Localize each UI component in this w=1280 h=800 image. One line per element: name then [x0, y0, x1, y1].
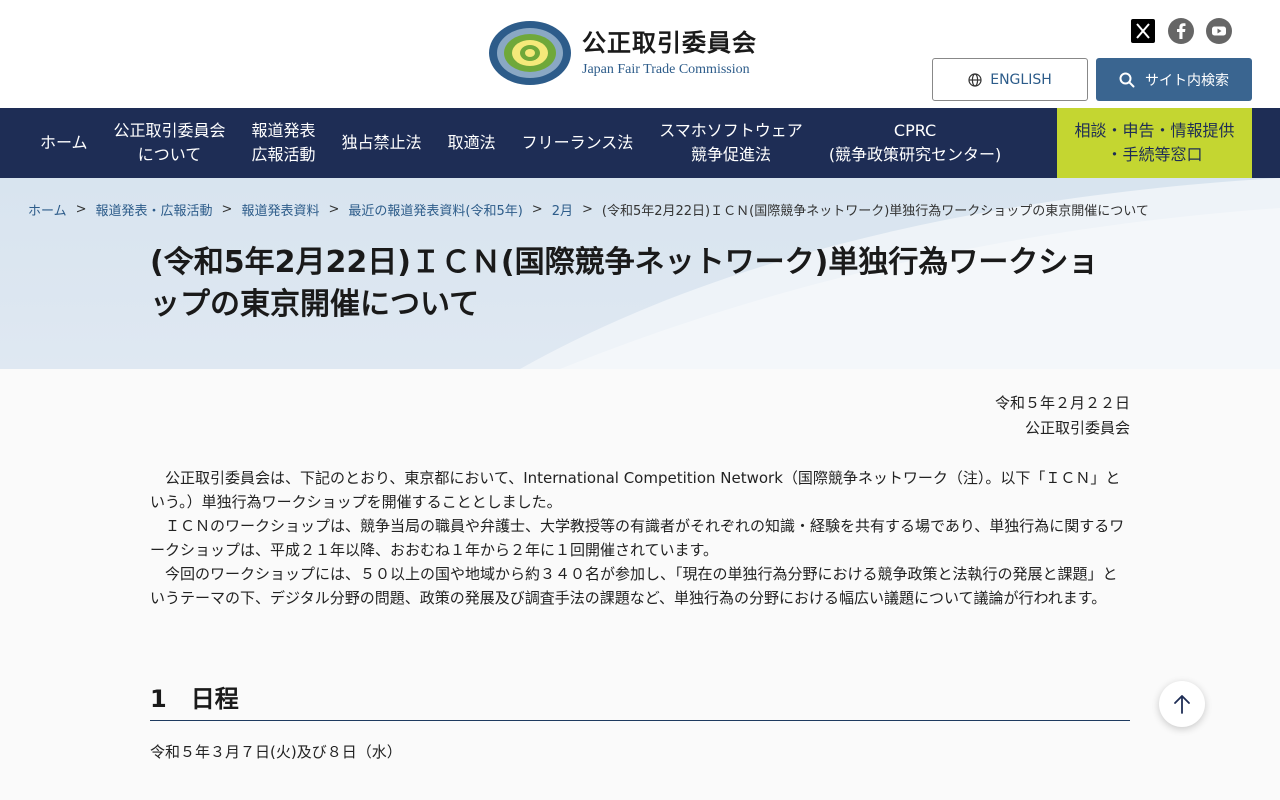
- search-icon: [1119, 72, 1135, 87]
- org-name-ja: 公正取引委員会: [582, 29, 757, 57]
- nav-item-consultation[interactable]: 相談・申告・情報提供 ・手続等窓口: [1057, 108, 1252, 178]
- nav-item-freelance[interactable]: フリーランス法: [509, 108, 647, 178]
- facebook-icon[interactable]: [1168, 18, 1194, 44]
- globe-icon: [968, 72, 982, 87]
- breadcrumb-month[interactable]: 2月: [552, 200, 573, 219]
- english-label: ENGLISH: [990, 71, 1052, 88]
- search-label: サイト内検索: [1145, 72, 1229, 89]
- youtube-icon[interactable]: [1206, 18, 1232, 44]
- nav-item-antimonopoly[interactable]: 独占禁止法: [329, 108, 435, 178]
- release-issuer: 公正取引委員会: [1024, 419, 1130, 437]
- breadcrumb-separator: >: [531, 202, 543, 217]
- body-paragraph: ＩＣＮのワークショップは、競争当局の職員や弁護士、大学教授等の有識者がそれぞれの…: [150, 517, 1125, 559]
- breadcrumb-recent-releases[interactable]: 最近の報道発表資料(令和5年): [348, 200, 522, 219]
- schedule-text: 令和５年３月７日(火)及び８日（水）: [150, 743, 402, 761]
- page-hero: ホーム > 報道発表・広報活動 > 報道発表資料 > 最近の報道発表資料(令和5…: [0, 178, 1280, 369]
- english-button[interactable]: ENGLISH: [932, 58, 1088, 101]
- page-title: (令和5年2月22日)ＩＣＮ(国際競争ネットワーク)単独行為ワークショップの東京…: [150, 245, 1099, 322]
- social-links: [1130, 18, 1232, 44]
- nav-item-subcontract[interactable]: 取適法: [435, 108, 509, 178]
- arrow-up-icon: [1174, 695, 1190, 714]
- back-to-top-button[interactable]: [1159, 681, 1205, 727]
- release-info: 令和５年２月２２日 公正取引委員会: [995, 391, 1130, 441]
- breadcrumb-separator: >: [221, 202, 233, 217]
- body-paragraph: 今回のワークショップには、５０以上の国や地域から約３４０名が参加し、「現在の単独…: [150, 565, 1118, 607]
- breadcrumb-home[interactable]: ホーム: [28, 200, 67, 219]
- jftc-emblem-icon: [489, 21, 571, 85]
- breadcrumb-separator: >: [581, 202, 593, 217]
- site-logo[interactable]: 公正取引委員会 Japan Fair Trade Commission: [488, 20, 757, 86]
- site-search-button[interactable]: サイト内検索: [1096, 58, 1252, 101]
- breadcrumb-press-releases[interactable]: 報道発表資料: [241, 200, 319, 219]
- release-body: 公正取引委員会は、下記のとおり、東京都において、International Co…: [150, 466, 1130, 610]
- global-nav: ホーム 公正取引委員会 について 報道発表 広報活動 独占禁止法 取適法 フリー…: [0, 108, 1280, 178]
- site-header: 公正取引委員会 Japan Fair Trade Commission ENGL…: [0, 0, 1280, 108]
- breadcrumb: ホーム > 報道発表・広報活動 > 報道発表資料 > 最近の報道発表資料(令和5…: [28, 200, 1149, 219]
- x-icon[interactable]: [1130, 18, 1156, 44]
- release-date: 令和５年２月２２日: [994, 394, 1130, 412]
- body-paragraph: 公正取引委員会は、下記のとおり、東京都において、International Co…: [150, 469, 1121, 511]
- org-name-en: Japan Fair Trade Commission: [582, 62, 750, 77]
- breadcrumb-press[interactable]: 報道発表・広報活動: [96, 200, 213, 219]
- nav-item-about[interactable]: 公正取引委員会 について: [101, 108, 239, 178]
- breadcrumb-separator: >: [75, 202, 87, 217]
- section-heading-schedule: 1 日程: [150, 675, 1130, 721]
- nav-item-home[interactable]: ホーム: [0, 108, 101, 178]
- breadcrumb-current: (令和5年2月22日)ＩＣＮ(国際競争ネットワーク)単独行為ワークショップの東京…: [601, 204, 1149, 219]
- nav-item-press[interactable]: 報道発表 広報活動: [239, 108, 329, 178]
- nav-item-smartphone[interactable]: スマホソフトウェア 競争促進法: [646, 108, 816, 178]
- nav-item-cprc[interactable]: CPRC (競争政策研究センター): [816, 108, 1015, 178]
- breadcrumb-separator: >: [328, 202, 340, 217]
